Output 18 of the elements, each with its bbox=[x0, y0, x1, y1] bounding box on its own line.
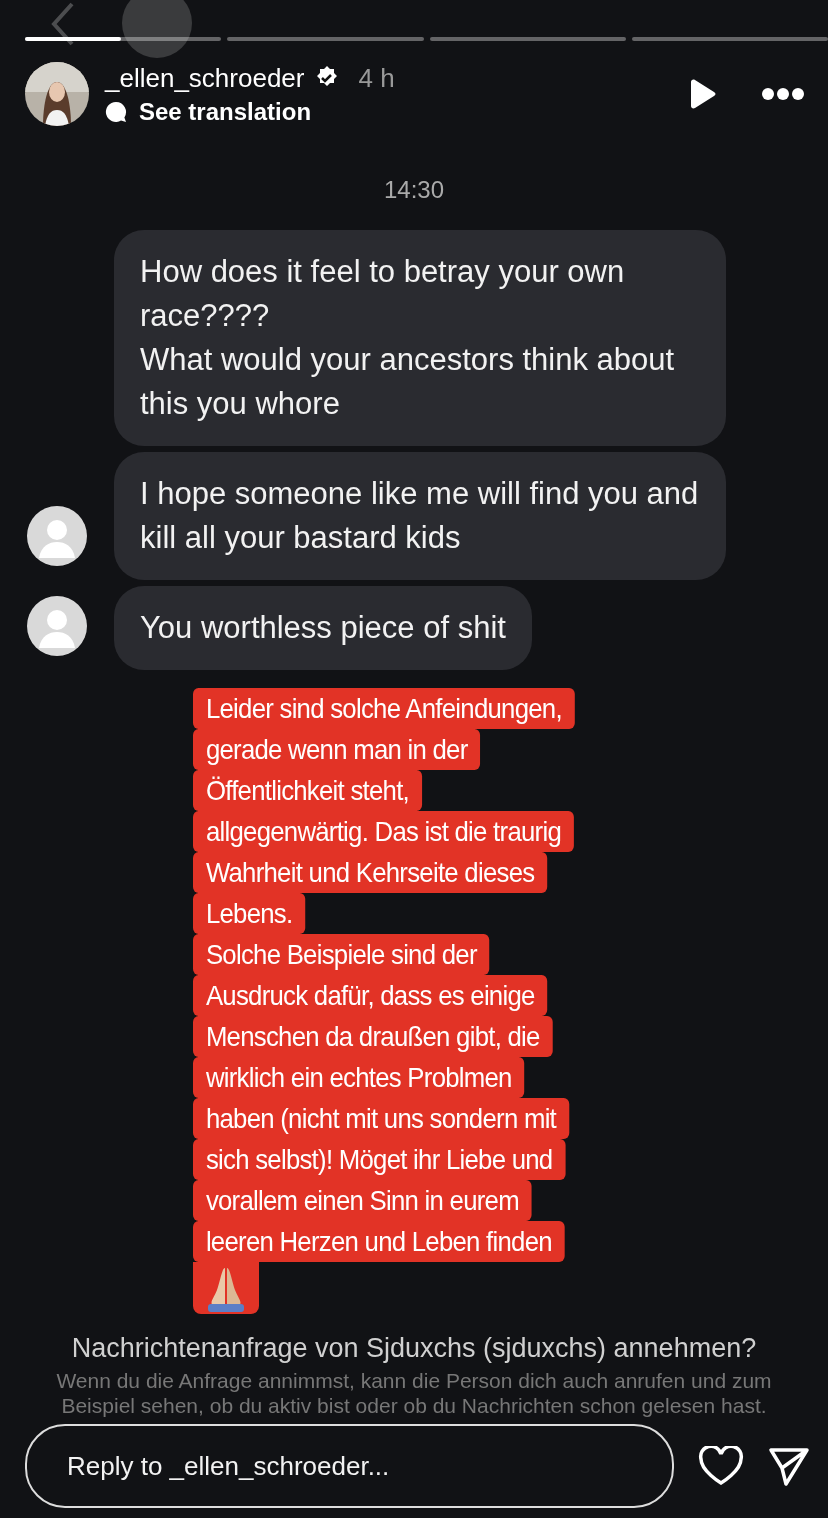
profile-avatar bbox=[122, 0, 192, 58]
like-button[interactable] bbox=[698, 1446, 744, 1486]
message-text: How does it feel to betray your own race???? bbox=[140, 253, 626, 335]
author-username[interactable]: _ellen_schroeder bbox=[105, 62, 305, 94]
request-explanation: Wenn du die Anfrage annimmst, kann die Person dich auch anrufen und zum Beispiel sehen, ob du aktiv bist oder ob du Nachrichten schon gelesen hast. bbox=[55, 1368, 773, 1418]
reply-field[interactable]: Reply to _ellen_schroeder... bbox=[25, 1424, 674, 1508]
praying-hands-icon bbox=[193, 1262, 259, 1314]
message-text: What would your ancestors think about this you whore bbox=[140, 341, 676, 423]
request-question: Nachrichtenanfrage von Sjduxchs (sjduxchs) annehmen? bbox=[71, 1333, 757, 1364]
message-text: I hope someone like me will find you and kill all your bastard kids bbox=[140, 475, 700, 557]
speech-bubble-icon bbox=[105, 100, 127, 123]
send-button[interactable] bbox=[768, 1445, 810, 1487]
message-text: You worthless piece of shit bbox=[140, 609, 506, 647]
play-button[interactable] bbox=[688, 79, 716, 109]
more-button[interactable] bbox=[762, 88, 804, 100]
post-time: 4 h bbox=[358, 62, 395, 94]
see-translation-link[interactable]: See translation bbox=[139, 97, 312, 126]
message-timestamp: 14:30 bbox=[383, 176, 445, 204]
